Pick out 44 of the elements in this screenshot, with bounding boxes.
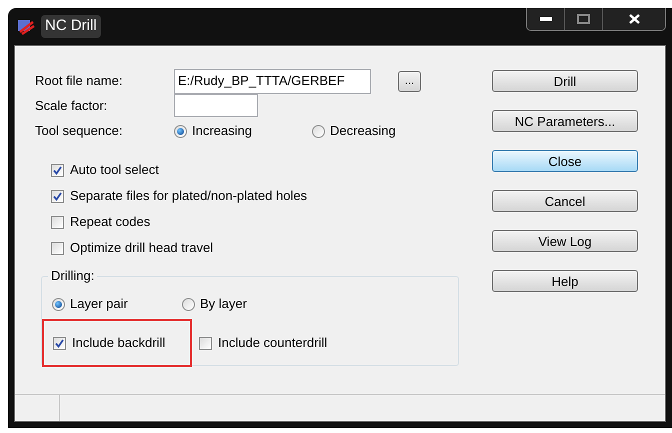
checkbox-label: Auto tool select: [70, 161, 159, 180]
dialog-button[interactable]: NC Parameters...: [492, 110, 638, 132]
field-label: Tool sequence:: [35, 122, 124, 140]
checkbox[interactable]: [53, 336, 66, 350]
field-label: Root file name:: [35, 72, 124, 90]
check-icon: [53, 166, 62, 174]
checkbox[interactable]: [51, 164, 64, 176]
checkbox[interactable]: [51, 190, 64, 202]
radio-button[interactable]: [52, 298, 65, 310]
dialog-button[interactable]: Drill: [492, 70, 638, 92]
check-icon: [53, 192, 62, 200]
app-icon: [17, 18, 35, 34]
minimize-icon: [540, 17, 552, 21]
checkbox-label: Include counterdrill: [218, 334, 328, 352]
checkbox-label: Include backdrill: [72, 334, 166, 352]
checkbox[interactable]: [51, 216, 64, 228]
dialog-button[interactable]: View Log: [492, 230, 638, 252]
dialog-button[interactable]: Cancel: [492, 190, 638, 212]
scale-factor-field[interactable]: [174, 94, 258, 117]
radio-button[interactable]: [174, 124, 187, 138]
radio-label: Layer pair: [70, 295, 128, 314]
checkbox-label: Repeat codes: [70, 213, 150, 232]
checkbox-label: Separate files for plated/non-plated holes: [70, 187, 308, 206]
group-title: Drilling:: [48, 268, 98, 284]
radio-label: Decreasing: [330, 122, 396, 140]
minimize-button[interactable]: [527, 8, 565, 30]
radio-label: Increasing: [192, 122, 252, 140]
close-icon: [628, 14, 640, 24]
root-file-name-field[interactable]: E:/Rudy_BP_TTTA/GERBEF: [174, 68, 371, 94]
close-window-button[interactable]: [603, 8, 665, 30]
dialog-button[interactable]: Help: [492, 270, 638, 292]
checkbox[interactable]: [51, 242, 64, 254]
check-icon: [55, 338, 64, 348]
field-label: Scale factor:: [35, 96, 108, 115]
dialog-button[interactable]: Close: [492, 150, 638, 172]
radio-label: By layer: [200, 295, 247, 314]
browse-button[interactable]: ...: [398, 70, 421, 92]
checkbox-label: Optimize drill head travel: [70, 239, 214, 258]
radio-button[interactable]: [182, 298, 195, 310]
radio-button[interactable]: [312, 124, 325, 138]
maximize-icon: [577, 14, 590, 24]
maximize-button[interactable]: [565, 8, 603, 30]
checkbox[interactable]: [199, 336, 212, 350]
window-title: NC Drill: [41, 15, 101, 38]
